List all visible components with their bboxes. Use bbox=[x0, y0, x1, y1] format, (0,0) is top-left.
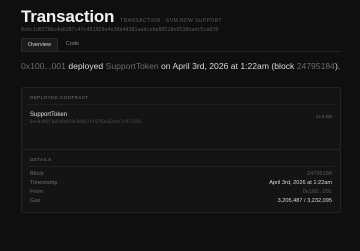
contract-size: 12.6 KB bbox=[315, 114, 332, 119]
deployed-divider bbox=[28, 104, 334, 105]
summary-date: April 3rd, 2026 at 1:22am bbox=[172, 61, 270, 71]
deployed-contract-heading: DEPLOYED CONTRACT bbox=[30, 95, 89, 100]
detail-value-from[interactable]: 0x100...001 bbox=[303, 189, 332, 195]
summary-block-number[interactable]: 24795184 bbox=[297, 61, 335, 71]
tab-overview[interactable]: Overview bbox=[21, 38, 58, 51]
contract-name[interactable]: SupportToken bbox=[30, 112, 67, 118]
transaction-summary: 0x100...001 deployed SupportToken on Apr… bbox=[21, 61, 351, 71]
detail-row-from: From 0x100...001 bbox=[30, 189, 332, 195]
detail-value-block[interactable]: 24795184 bbox=[307, 171, 332, 177]
summary-contract-name[interactable]: SupportToken bbox=[106, 61, 159, 71]
page-subtitle: TRANSACTION · EVM.NOW SUPPORT bbox=[120, 18, 223, 24]
deployed-contract-card: DEPLOYED CONTRACT SupportToken 0xeda96f1… bbox=[21, 87, 341, 152]
summary-block-suffix: ). bbox=[334, 61, 341, 71]
details-card: DETAILS Block 24795184 Timestamp April 3… bbox=[21, 149, 341, 213]
title-row: Transaction TRANSACTION · EVM.NOW SUPPOR… bbox=[21, 7, 341, 27]
detail-value-timestamp: April 3rd, 2026 at 1:22am bbox=[269, 180, 332, 186]
detail-row-block: Block 24795184 bbox=[30, 171, 332, 177]
contract-address[interactable]: 0xeda96f1b6d4a929c0d667cf4793e42edf7c971… bbox=[30, 120, 141, 125]
tab-bar: Overview Code bbox=[21, 38, 85, 51]
detail-label-gas: Gas bbox=[30, 198, 41, 204]
detail-label-timestamp: Timestamp bbox=[30, 180, 58, 186]
summary-action: deployed bbox=[68, 61, 104, 71]
detail-label-from: From bbox=[30, 189, 44, 195]
transaction-hash[interactable]: 0xbc1d8376bc4ab287c4fc451929e4e30d44381a… bbox=[21, 28, 341, 33]
detail-row-timestamp: Timestamp April 3rd, 2026 at 1:22am bbox=[30, 180, 332, 186]
page-header: Transaction TRANSACTION · EVM.NOW SUPPOR… bbox=[21, 7, 341, 33]
summary-from-address[interactable]: 0x100...001 bbox=[21, 61, 66, 71]
tab-code[interactable]: Code bbox=[60, 38, 85, 51]
detail-row-gas: Gas 3,205,487 / 3,232,095 bbox=[30, 198, 332, 204]
summary-on: on bbox=[161, 61, 171, 71]
tab-divider bbox=[21, 51, 341, 52]
page-title: Transaction bbox=[21, 7, 115, 26]
detail-label-block: Block bbox=[30, 171, 44, 177]
page: Transaction TRANSACTION · EVM.NOW SUPPOR… bbox=[0, 0, 360, 251]
summary-block-prefix: (block bbox=[271, 61, 295, 71]
details-divider bbox=[28, 166, 334, 167]
details-heading: DETAILS bbox=[30, 157, 52, 162]
detail-value-gas: 3,205,487 / 3,232,095 bbox=[277, 198, 332, 204]
